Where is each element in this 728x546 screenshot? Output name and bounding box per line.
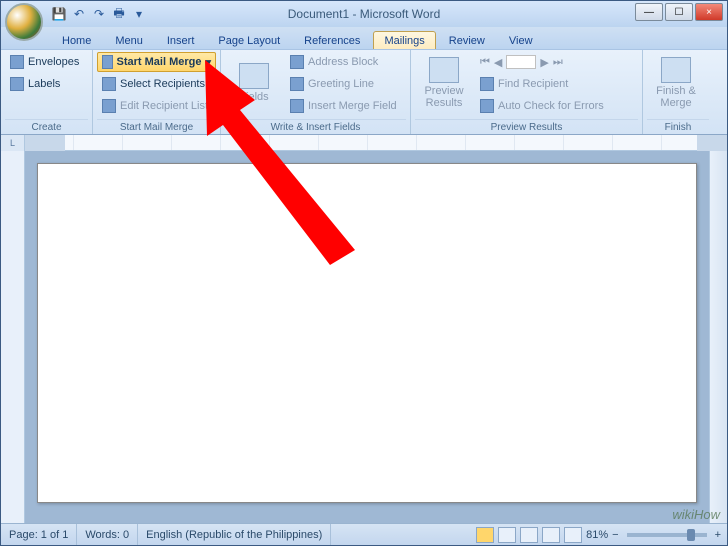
- horizontal-ruler[interactable]: L: [1, 135, 727, 151]
- next-icon: ▶: [540, 56, 548, 69]
- last-icon: ⏭: [553, 56, 563, 69]
- envelopes-button[interactable]: Envelopes: [5, 52, 88, 72]
- tab-home[interactable]: Home: [51, 31, 102, 49]
- finish-merge-button[interactable]: Finish & Merge: [647, 52, 705, 114]
- status-page[interactable]: Page: 1 of 1: [1, 524, 77, 545]
- start-mail-merge-button[interactable]: Start Mail Merge▾: [97, 52, 216, 72]
- recipients-icon: [102, 77, 116, 91]
- find-icon: [480, 77, 494, 91]
- chevron-down-icon: ▾: [205, 56, 211, 69]
- group-start-label: Start Mail Merge: [97, 119, 216, 134]
- tab-mailings[interactable]: Mailings: [373, 31, 435, 49]
- group-finish-label: Finish: [647, 119, 709, 134]
- full-screen-view-button[interactable]: [498, 527, 516, 543]
- greeting-line-button[interactable]: Greeting Line: [285, 74, 406, 94]
- edit-recipient-list-button[interactable]: Edit Recipient List: [97, 96, 216, 116]
- tab-insert[interactable]: Insert: [156, 31, 206, 49]
- titlebar: 💾 ↶ ↷ 🖶 ▾ Document1 - Microsoft Word — ☐…: [1, 1, 727, 27]
- address-block-button[interactable]: Address Block: [285, 52, 406, 72]
- undo-icon[interactable]: ↶: [71, 6, 87, 22]
- insert-merge-field-button[interactable]: Insert Merge Field: [285, 96, 406, 116]
- prev-icon: ◀: [494, 56, 502, 69]
- ruler-corner[interactable]: L: [1, 135, 25, 151]
- outline-view-button[interactable]: [542, 527, 560, 543]
- zoom-slider[interactable]: [627, 533, 707, 537]
- group-preview-label: Preview Results: [415, 119, 638, 134]
- group-write-label: Write & Insert Fields: [225, 119, 406, 134]
- ribbon-tabs: Home Menu Insert Page Layout References …: [1, 27, 727, 49]
- preview-icon: [429, 57, 459, 83]
- tab-view[interactable]: View: [498, 31, 544, 49]
- envelope-icon: [10, 55, 24, 69]
- status-words[interactable]: Words: 0: [77, 524, 138, 545]
- maximize-button[interactable]: ☐: [665, 3, 693, 21]
- first-icon: ⏮: [480, 56, 490, 69]
- merge-field-icon: [290, 99, 304, 113]
- tab-page-layout[interactable]: Page Layout: [207, 31, 291, 49]
- fields-icon: [239, 63, 269, 89]
- group-create-label: Create: [5, 119, 88, 134]
- document-page[interactable]: [37, 163, 697, 503]
- vertical-scrollbar[interactable]: [709, 151, 727, 523]
- zoom-thumb[interactable]: [687, 529, 695, 541]
- close-button[interactable]: ×: [695, 3, 723, 21]
- tab-menu[interactable]: Menu: [104, 31, 154, 49]
- tab-references[interactable]: References: [293, 31, 371, 49]
- ribbon: Envelopes Labels Create Start Mail Merge…: [1, 49, 727, 135]
- preview-results-button[interactable]: Preview Results: [415, 52, 473, 114]
- save-icon[interactable]: 💾: [51, 6, 67, 22]
- quick-access-toolbar: 💾 ↶ ↷ 🖶 ▾: [51, 6, 147, 22]
- record-nav[interactable]: ⏮ ◀ ▶ ⏭: [475, 52, 638, 72]
- print-icon[interactable]: 🖶: [111, 6, 127, 22]
- vertical-ruler[interactable]: [1, 151, 25, 523]
- draft-view-button[interactable]: [564, 527, 582, 543]
- label-icon: [10, 77, 24, 91]
- zoom-out-button[interactable]: −: [612, 529, 618, 541]
- window-title: Document1 - Microsoft Word: [288, 7, 441, 21]
- zoom-in-button[interactable]: +: [715, 529, 721, 541]
- status-bar: Page: 1 of 1 Words: 0 English (Republic …: [1, 523, 727, 545]
- redo-icon[interactable]: ↷: [91, 6, 107, 22]
- greeting-icon: [290, 77, 304, 91]
- find-recipient-button[interactable]: Find Recipient: [475, 74, 638, 94]
- watermark: wikiHow: [672, 507, 720, 522]
- tab-review[interactable]: Review: [438, 31, 496, 49]
- status-language[interactable]: English (Republic of the Philippines): [138, 524, 331, 545]
- document-area[interactable]: [25, 151, 709, 523]
- highlight-fields-button[interactable]: Fields: [225, 52, 283, 114]
- print-layout-view-button[interactable]: [476, 527, 494, 543]
- auto-check-errors-button[interactable]: Auto Check for Errors: [475, 96, 638, 116]
- check-icon: [480, 99, 494, 113]
- edit-list-icon: [102, 99, 116, 113]
- web-layout-view-button[interactable]: [520, 527, 538, 543]
- finish-icon: [661, 57, 691, 83]
- labels-button[interactable]: Labels: [5, 74, 88, 94]
- zoom-level[interactable]: 81%: [586, 529, 608, 541]
- qat-more-icon[interactable]: ▾: [131, 6, 147, 22]
- work-area: [1, 151, 727, 523]
- record-number-input[interactable]: [506, 55, 536, 69]
- minimize-button[interactable]: —: [635, 3, 663, 21]
- mail-merge-icon: [102, 55, 113, 69]
- select-recipients-button[interactable]: Select Recipients: [97, 74, 216, 94]
- address-icon: [290, 55, 304, 69]
- office-button[interactable]: [5, 3, 43, 41]
